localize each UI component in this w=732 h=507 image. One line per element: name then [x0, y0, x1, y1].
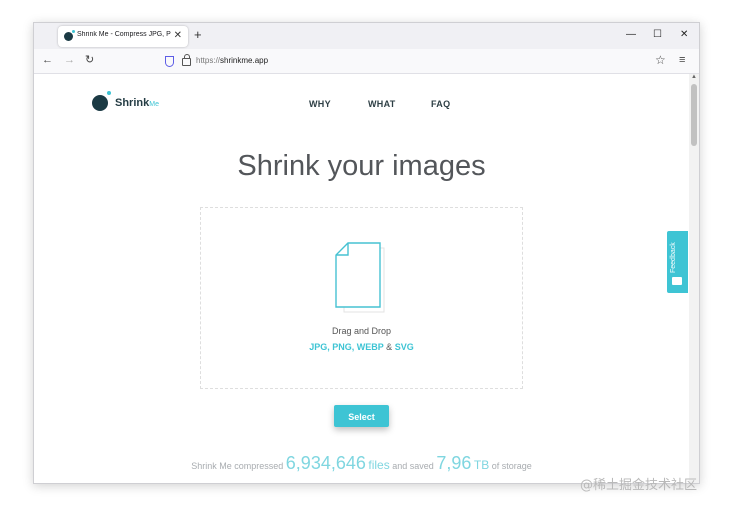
files-count: 6,934,646 [285, 453, 366, 473]
bookmark-star-icon[interactable]: ☆ [655, 53, 666, 67]
formats-list: JPG, PNG, WEBP [309, 342, 384, 352]
watermark: @稀土掘金技术社区 [580, 478, 698, 493]
scroll-up-arrow-icon[interactable]: ▲ [691, 74, 697, 80]
scrollbar-thumb[interactable] [691, 84, 697, 146]
page-title: Shrink your images [237, 150, 486, 182]
address-bar[interactable]: https://shrinkme.app [196, 56, 268, 65]
stats-middle: and saved [392, 461, 434, 471]
files-label: files [368, 458, 390, 472]
logo-text: Shrink [115, 97, 150, 109]
maximize-button[interactable]: ☐ [653, 29, 662, 41]
nav-link-why[interactable]: WHY [309, 99, 331, 109]
shield-icon[interactable] [165, 56, 174, 67]
tab-bar: Shrink Me - Compress JPG, PNG ✕ + — ☐ ✕ [34, 23, 699, 49]
nav-link-faq[interactable]: FAQ [431, 99, 450, 109]
tab-title: Shrink Me - Compress JPG, PNG [77, 31, 171, 38]
close-tab-icon[interactable]: ✕ [174, 29, 182, 43]
forward-button[interactable]: → [64, 54, 75, 67]
logo-mark-icon[interactable] [92, 95, 108, 111]
supported-formats: JPG, PNG, WEBP & SVG [201, 342, 522, 352]
page-viewport: ShrinkMe WHY WHAT FAQ Shrink your images… [34, 74, 689, 483]
lock-icon[interactable] [182, 54, 191, 66]
hamburger-menu-icon[interactable]: ≡ [679, 53, 685, 67]
url-protocol: https:// [196, 56, 221, 65]
formats-ampersand: & [386, 342, 393, 352]
logo[interactable]: ShrinkMe [115, 97, 159, 109]
close-window-button[interactable]: ✕ [680, 29, 688, 41]
compression-stats: Shrink Me compressed 6,934,646 files and… [34, 453, 689, 474]
document-icon [335, 242, 385, 313]
logo-dot-icon [107, 91, 111, 95]
navigation-bar: ← → ↻ https://shrinkme.app ☆ ≡ [34, 49, 699, 74]
new-tab-button[interactable]: + [194, 27, 202, 43]
minimize-button[interactable]: — [626, 29, 636, 41]
feedback-label: Feedback [670, 242, 677, 273]
drop-zone[interactable]: Drag and Drop JPG, PNG, WEBP & SVG [200, 207, 523, 389]
stats-prefix: Shrink Me compressed [191, 461, 284, 471]
feedback-tab[interactable]: Feedback [667, 231, 688, 293]
drag-drop-text: Drag and Drop [331, 326, 392, 336]
stats-suffix: of storage [491, 461, 532, 471]
formats-last: SVG [394, 342, 414, 352]
tab-shrinkme[interactable]: Shrink Me - Compress JPG, PNG ✕ [58, 26, 188, 47]
select-button[interactable]: Select [334, 405, 389, 427]
reload-button[interactable]: ↻ [85, 54, 94, 67]
scrollbar[interactable]: ▲ [689, 74, 699, 483]
nav-link-what[interactable]: WHAT [368, 99, 396, 109]
back-button[interactable]: ← [42, 54, 53, 67]
url-host: shrinkme.app [220, 56, 269, 65]
logo-suffix: Me [149, 101, 159, 108]
browser-window: Shrink Me - Compress JPG, PNG ✕ + — ☐ ✕ … [33, 22, 700, 484]
saved-unit: TB [473, 458, 490, 472]
favicon-icon [64, 30, 75, 41]
saved-amount: 7,96 [436, 453, 472, 473]
feedback-icon [672, 277, 682, 285]
